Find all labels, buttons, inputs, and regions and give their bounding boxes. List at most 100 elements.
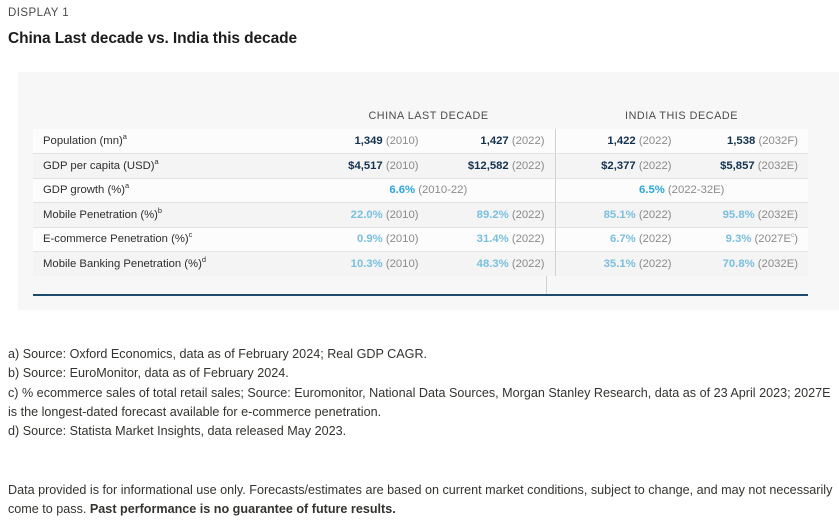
data-cell: 89.2% (2022) — [429, 203, 555, 228]
cell-year: (2010) — [386, 233, 419, 245]
cell-year: (2032E) — [758, 209, 798, 221]
cell-value: 89.2% — [477, 209, 509, 221]
data-cell: $5,857 (2032E) — [681, 154, 808, 179]
cell-year: (2032E) — [758, 160, 798, 172]
data-cell: $12,582 (2022) — [429, 154, 555, 179]
table-row: Mobile Penetration (%)b22.0% (2010)89.2%… — [33, 203, 808, 228]
row-label: Population (mn)a — [33, 129, 302, 154]
data-cell: 0.9% (2010) — [302, 227, 428, 252]
data-cell: 6.5% (2022-32E) — [555, 178, 808, 203]
data-cell: 10.3% (2010) — [302, 252, 428, 277]
cell-year: (2032E) — [758, 258, 798, 270]
cell-year: (2027E — [755, 233, 791, 245]
cell-year: (2022) — [512, 135, 545, 147]
table-row: Population (mn)a1,349 (2010)1,427 (2022)… — [33, 129, 808, 154]
row-label: GDP per capita (USD)a — [33, 154, 302, 179]
comparison-table: CHINA LAST DECADE INDIA THIS DECADE Popu… — [33, 110, 808, 276]
cell-year-tail: ) — [794, 233, 798, 245]
cell-year: (2022) — [639, 258, 672, 270]
page-title: China Last decade vs. India this decade — [8, 30, 297, 48]
table-row: GDP per capita (USD)a$4,517 (2010)$12,58… — [33, 154, 808, 179]
cell-value: 70.8% — [723, 258, 755, 270]
table-bottom-rule — [33, 294, 808, 296]
cell-value: 6.5% — [639, 184, 665, 196]
footnote-d: d) Source: Statista Market Insights, dat… — [8, 422, 834, 441]
cell-year: (2022) — [639, 233, 672, 245]
footnote-marker: a — [155, 157, 159, 166]
cell-year: (2022) — [512, 258, 545, 270]
display-page: DISPLAY 1 China Last decade vs. India th… — [0, 0, 839, 528]
cell-year: (2010-22) — [418, 184, 467, 196]
footnote-marker: b — [158, 206, 162, 215]
footnote-marker: d — [202, 255, 206, 264]
cell-value: $5,857 — [720, 160, 755, 172]
header-spacer — [33, 110, 302, 129]
table-header-row: CHINA LAST DECADE INDIA THIS DECADE — [33, 110, 808, 129]
cell-year: (2010) — [386, 160, 419, 172]
data-cell: 6.6% (2010-22) — [302, 178, 555, 203]
cell-value: 6.6% — [389, 184, 415, 196]
table-row: GDP growth (%)a6.6% (2010-22)6.5% (2022-… — [33, 178, 808, 203]
cell-year: (2010) — [386, 258, 419, 270]
cell-value: $2,377 — [601, 160, 636, 172]
footnote-c: c) % ecommerce sales of total retail sal… — [8, 384, 834, 423]
table-body: Population (mn)a1,349 (2010)1,427 (2022)… — [33, 129, 808, 276]
cell-value: 9.3% — [726, 233, 752, 245]
cell-value: $4,517 — [348, 160, 383, 172]
footnote-b: b) Source: EuroMonitor, data as of Febru… — [8, 364, 834, 383]
cell-year: (2022) — [639, 160, 672, 172]
cell-value: 31.4% — [477, 233, 509, 245]
data-cell: 35.1% (2022) — [555, 252, 681, 277]
footnote-a: a) Source: Oxford Economics, data as of … — [8, 345, 834, 364]
data-cell: $4,517 (2010) — [302, 154, 428, 179]
cell-year: (2022) — [639, 209, 672, 221]
footnote-marker: a — [123, 132, 127, 141]
data-cell: 1,427 (2022) — [429, 129, 555, 154]
cell-year: (2010) — [386, 135, 419, 147]
data-cell: 1,422 (2022) — [555, 129, 681, 154]
table-row: Mobile Banking Penetration (%)d10.3% (20… — [33, 252, 808, 277]
group-header-india: INDIA THIS DECADE — [555, 110, 808, 129]
cell-year: (2032F) — [758, 135, 798, 147]
data-cell: 9.3% (2027Ec) — [681, 227, 808, 252]
cell-value: 35.1% — [604, 258, 636, 270]
data-cell: 95.8% (2032E) — [681, 203, 808, 228]
cell-year: (2022) — [639, 135, 672, 147]
comparison-table-wrap: CHINA LAST DECADE INDIA THIS DECADE Popu… — [33, 110, 808, 276]
cell-value: 85.1% — [604, 209, 636, 221]
data-cell: 48.3% (2022) — [429, 252, 555, 277]
footnote-marker: a — [125, 181, 129, 190]
cell-value: 22.0% — [351, 209, 383, 221]
row-label: Mobile Banking Penetration (%)d — [33, 252, 302, 277]
cell-value: $12,582 — [468, 160, 509, 172]
group-header-china: CHINA LAST DECADE — [302, 110, 555, 129]
cell-value: 95.8% — [723, 209, 755, 221]
row-label: E-commerce Penetration (%)c — [33, 227, 302, 252]
disclaimer-bold: Past performance is no guarantee of futu… — [90, 502, 396, 516]
cell-year: (2022-32E) — [668, 184, 725, 196]
table-head: CHINA LAST DECADE INDIA THIS DECADE — [33, 110, 808, 129]
cell-year: (2022) — [512, 209, 545, 221]
cell-value: 1,538 — [727, 135, 755, 147]
disclaimer: Data provided is for informational use o… — [8, 481, 834, 520]
cell-value: 1,422 — [607, 135, 635, 147]
data-cell: 70.8% (2032E) — [681, 252, 808, 277]
data-cell: 1,538 (2032F) — [681, 129, 808, 154]
cell-value: 1,349 — [354, 135, 382, 147]
data-cell: 85.1% (2022) — [555, 203, 681, 228]
cell-value: 1,427 — [480, 135, 508, 147]
data-cell: 1,349 (2010) — [302, 129, 428, 154]
cell-value: 0.9% — [357, 233, 383, 245]
row-label: GDP growth (%)a — [33, 178, 302, 203]
cell-value: 10.3% — [351, 258, 383, 270]
row-label: Mobile Penetration (%)b — [33, 203, 302, 228]
data-cell: 22.0% (2010) — [302, 203, 428, 228]
cell-value: 6.7% — [610, 233, 636, 245]
cell-year: (2010) — [386, 209, 419, 221]
table-row: E-commerce Penetration (%)c0.9% (2010)31… — [33, 227, 808, 252]
footnote-marker: c — [189, 230, 193, 239]
data-cell: $2,377 (2022) — [555, 154, 681, 179]
data-cell: 6.7% (2022) — [555, 227, 681, 252]
footnotes: a) Source: Oxford Economics, data as of … — [8, 345, 834, 441]
display-eyebrow: DISPLAY 1 — [8, 7, 69, 19]
